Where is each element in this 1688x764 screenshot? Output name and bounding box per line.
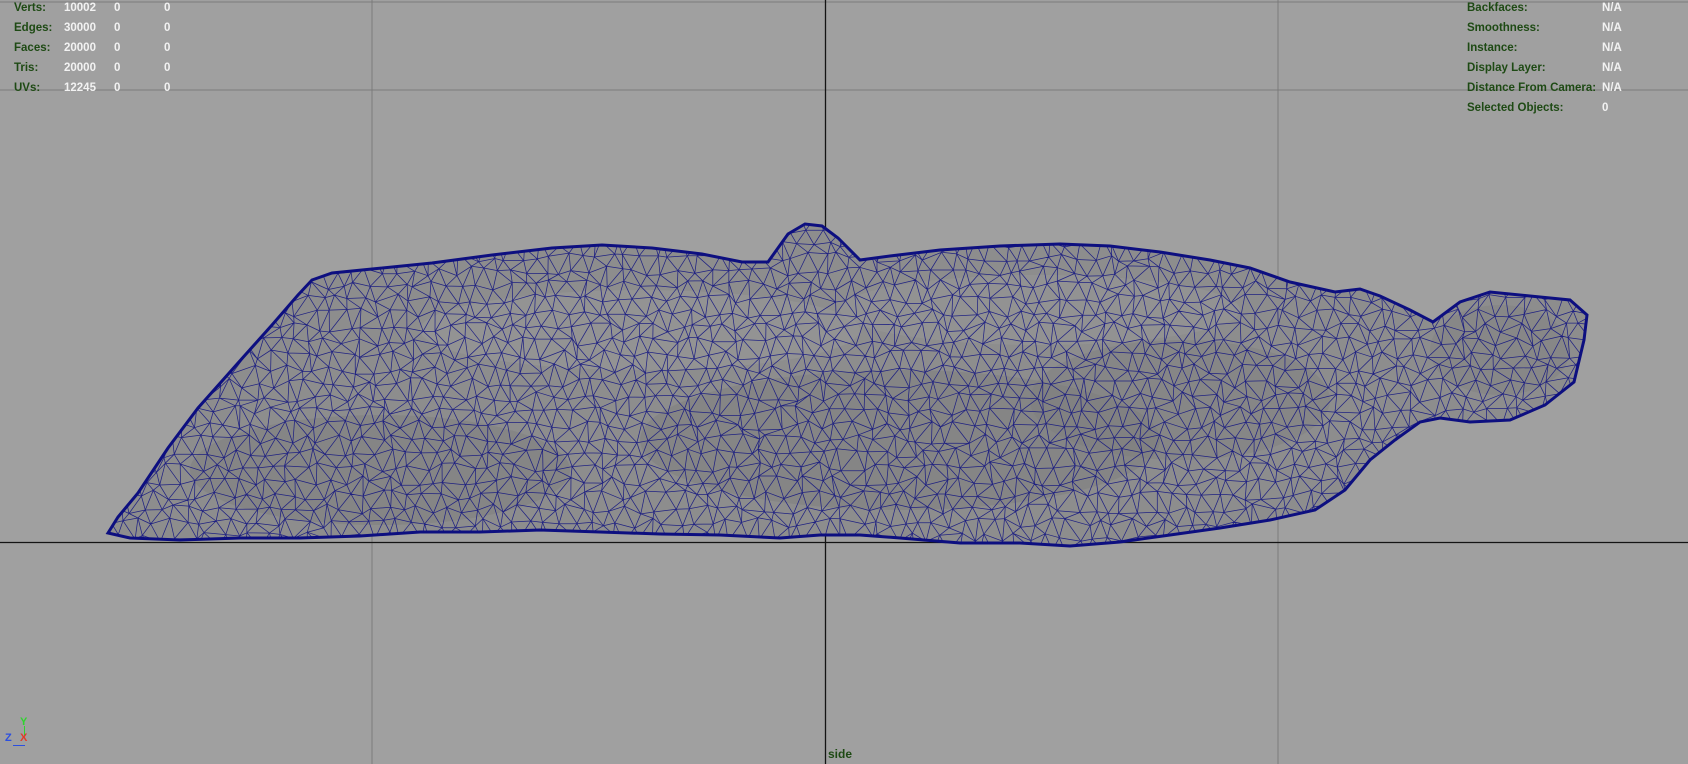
axis-orientation-icon: Y Z X: [4, 715, 34, 751]
hud-poly-value: 20000: [64, 42, 96, 54]
axis-z-line: [13, 745, 25, 746]
hud-poly-row: Verts: 10002 0 0: [14, 0, 214, 18]
hud-poly-value: 0: [114, 62, 121, 74]
hud-detail-row: Display Layer: N/A: [1467, 58, 1682, 78]
hud-poly-value: 0: [114, 2, 121, 14]
hud-poly-value: 0: [164, 82, 171, 94]
hud-poly-value: 10002: [64, 2, 96, 14]
hud-poly-value: 0: [164, 62, 171, 74]
hud-poly-count: Verts: 10002 0 0 Edges: 30000 0 0 Faces: 20000 0 0 T…: [14, 0, 214, 98]
hud-detail-value: N/A: [1602, 22, 1622, 34]
hud-poly-row: Tris: 20000 0 0: [14, 58, 214, 78]
hud-poly-value: 30000: [64, 22, 96, 34]
hud-poly-label: Verts:: [14, 2, 46, 14]
hud-object-details: Backfaces: N/A Smoothness: N/A Instance: N/A D…: [1467, 0, 1682, 118]
hud-detail-row: Instance: N/A: [1467, 38, 1682, 58]
hud-detail-label: Selected Objects:: [1467, 102, 1564, 114]
hud-poly-value: 0: [164, 42, 171, 54]
hud-poly-label: Faces:: [14, 42, 51, 54]
viewport-panel[interactable]: Verts: 10002 0 0 Edges: 30000 0 0 Faces: 20000 0 0 T…: [0, 0, 1688, 764]
hud-poly-value: 0: [114, 42, 121, 54]
hud-poly-value: 12245: [64, 82, 96, 94]
hud-poly-row: Faces: 20000 0 0: [14, 38, 214, 58]
hud-detail-value: N/A: [1602, 82, 1622, 94]
hud-poly-row: UVs: 12245 0 0: [14, 78, 214, 98]
hud-detail-row: Backfaces: N/A: [1467, 0, 1682, 18]
hud-detail-label: Backfaces:: [1467, 2, 1528, 14]
hud-detail-label: Distance From Camera:: [1467, 82, 1597, 94]
camera-name-label: side: [828, 747, 853, 761]
hud-detail-label: Instance:: [1467, 42, 1518, 54]
hud-poly-value: 0: [114, 82, 121, 94]
hud-detail-row: Smoothness: N/A: [1467, 18, 1682, 38]
hud-poly-value: 0: [114, 22, 121, 34]
axis-x-label: X: [20, 732, 28, 744]
hud-poly-label: Edges:: [14, 22, 53, 34]
hud-detail-label: Display Layer:: [1467, 62, 1546, 74]
hud-poly-label: Tris:: [14, 62, 39, 74]
hud-poly-row: Edges: 30000 0 0: [14, 18, 214, 38]
wireframe-mesh[interactable]: [0, 0, 1688, 764]
hud-detail-row: Distance From Camera: N/A: [1467, 78, 1682, 98]
hud-poly-label: UVs:: [14, 82, 41, 94]
hud-detail-value: N/A: [1602, 2, 1622, 14]
hud-detail-label: Smoothness:: [1467, 22, 1540, 34]
hud-detail-row: Selected Objects: 0: [1467, 98, 1682, 118]
hud-poly-value: 0: [164, 2, 171, 14]
hud-poly-value: 0: [164, 22, 171, 34]
hud-detail-value: 0: [1602, 102, 1609, 114]
hud-detail-value: N/A: [1602, 42, 1622, 54]
hud-poly-value: 20000: [64, 62, 96, 74]
axis-z-label: Z: [5, 732, 12, 744]
hud-detail-value: N/A: [1602, 62, 1622, 74]
